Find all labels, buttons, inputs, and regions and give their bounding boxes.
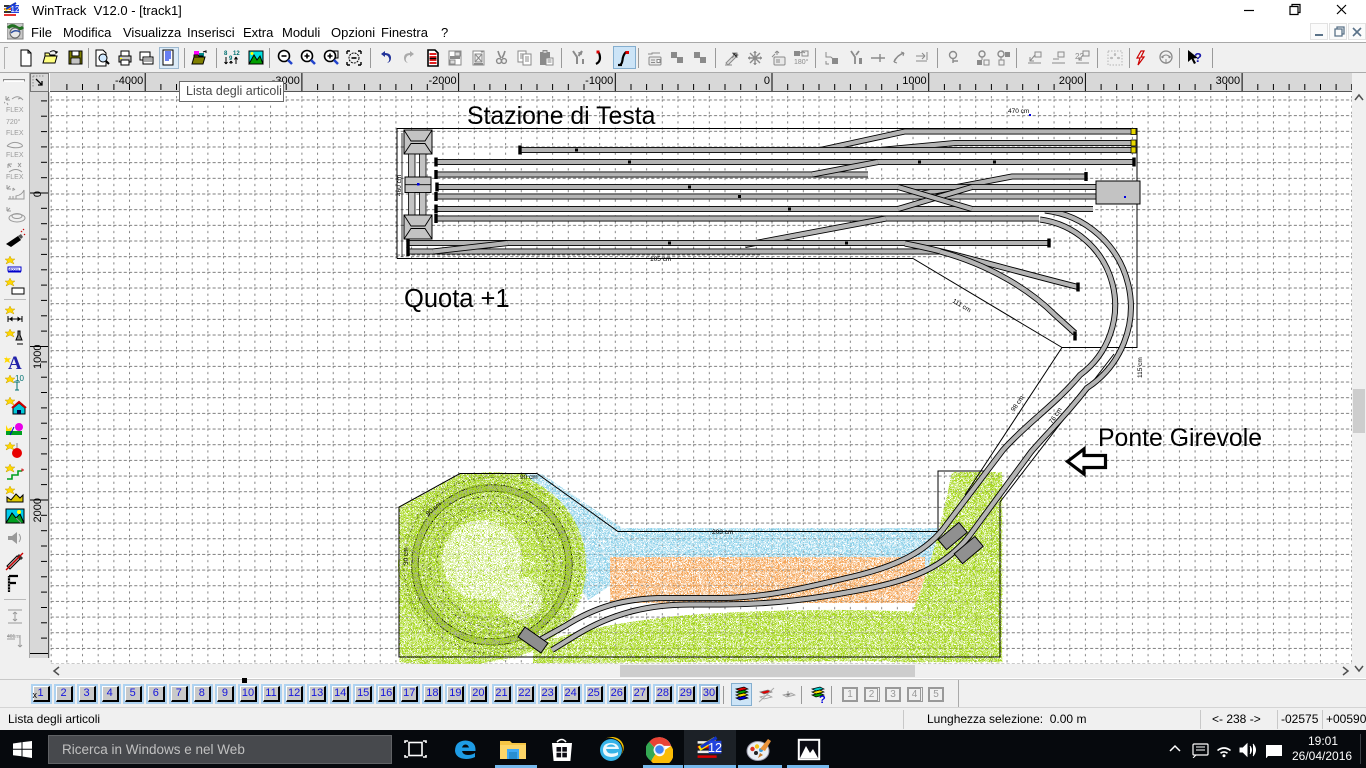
svg-text:401m: 401m — [7, 634, 20, 640]
svg-text:-4000: -4000 — [115, 75, 143, 87]
svg-text:Quota +1: Quota +1 — [404, 285, 510, 313]
svg-text:1000: 1000 — [902, 75, 926, 87]
svg-text:180°: 180° — [794, 58, 809, 66]
svg-text:203 cm: 203 cm — [712, 529, 733, 536]
svg-text:FLEX: FLEX — [6, 174, 24, 181]
svg-text:FLEX: FLEX — [6, 130, 24, 137]
svg-text:12: 12 — [708, 741, 722, 755]
svg-text:400m: 400m — [9, 267, 20, 272]
svg-text:8: 8 — [224, 51, 228, 57]
svg-text:Stazione di Testa: Stazione di Testa — [467, 103, 656, 130]
svg-text:3000: 3000 — [1216, 75, 1240, 87]
svg-text:30 cm: 30 cm — [403, 547, 410, 565]
svg-text:FLEX: FLEX — [6, 107, 24, 114]
svg-text:12: 12 — [233, 51, 240, 57]
svg-text:-2000: -2000 — [428, 75, 456, 87]
svg-text:12: 12 — [11, 5, 20, 14]
svg-text:115 cm: 115 cm — [1137, 357, 1144, 378]
svg-text:0: 0 — [764, 75, 770, 87]
svg-text:90 cm: 90 cm — [520, 474, 538, 481]
svg-text:FLEX: FLEX — [6, 152, 24, 159]
svg-text:105 cm: 105 cm — [650, 256, 671, 263]
svg-text:460 cm: 460 cm — [396, 175, 403, 196]
svg-text:?: ? — [1194, 50, 1202, 65]
svg-text:470 cm: 470 cm — [1008, 108, 1029, 115]
svg-text:?: ? — [819, 694, 826, 705]
svg-text:2000: 2000 — [32, 498, 44, 522]
svg-text:1000: 1000 — [32, 345, 44, 369]
svg-text:A: A — [8, 353, 22, 372]
svg-text:2000: 2000 — [1059, 75, 1083, 87]
svg-text:-1000: -1000 — [585, 75, 613, 87]
svg-text:0: 0 — [32, 191, 44, 197]
svg-text:720°: 720° — [6, 118, 21, 126]
svg-text:Ponte Girevole: Ponte Girevole — [1098, 425, 1262, 452]
